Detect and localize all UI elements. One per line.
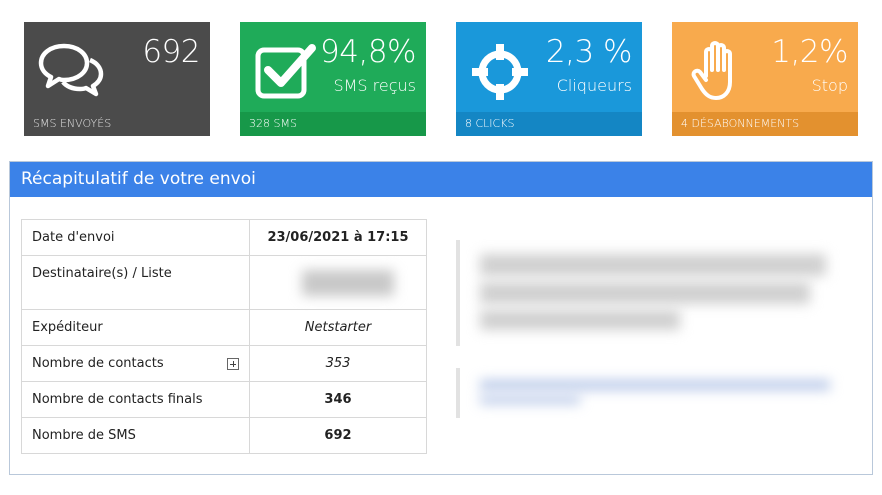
row-label: Destinataire(s) / Liste xyxy=(21,255,250,310)
redacted-block xyxy=(480,396,580,404)
row-value-redacted xyxy=(249,255,427,310)
redacted-block xyxy=(480,254,826,276)
stat-sublabel: Stop xyxy=(811,76,848,95)
row-label-with-expand: Nombre de contacts xyxy=(21,345,250,382)
row-value: 692 xyxy=(249,417,427,454)
stat-card-sent: 692 SMS ENVOYÉS xyxy=(24,22,210,136)
expand-plus-icon[interactable] xyxy=(227,358,239,370)
stat-footer: 8 CLICKS xyxy=(456,112,642,136)
stat-card-received: 94,8% SMS reçus 328 SMS xyxy=(240,22,426,136)
row-label: Nombre de contacts finals xyxy=(21,381,250,418)
redacted-block xyxy=(302,270,394,296)
row-label: Nombre de contacts xyxy=(32,356,164,371)
recap-table: Date d'envoi 23/06/2021 à 17:15 Destinat… xyxy=(21,219,427,454)
table-row: Expéditeur Netstarter xyxy=(21,309,427,346)
row-value: Netstarter xyxy=(249,309,427,346)
redacted-block xyxy=(480,380,830,390)
stat-value: 2,3 % xyxy=(545,34,633,70)
stat-value: 1,2% xyxy=(771,34,848,70)
hand-stop-icon xyxy=(691,41,732,100)
stat-card-stop: 1,2% Stop 4 DÉSABONNEMENTS xyxy=(672,22,858,136)
table-row: Nombre de SMS 692 xyxy=(21,417,427,454)
stat-value: 692 xyxy=(142,34,200,70)
checkbox-check-icon xyxy=(255,44,316,99)
row-label: Date d'envoi xyxy=(21,219,250,256)
row-label: Expéditeur xyxy=(21,309,250,346)
chat-bubbles-icon xyxy=(38,43,104,97)
message-preview-redacted xyxy=(456,240,846,350)
link-preview-redacted xyxy=(456,368,846,418)
redacted-block xyxy=(480,282,810,304)
table-row: Date d'envoi 23/06/2021 à 17:15 xyxy=(21,219,427,256)
row-value: 23/06/2021 à 17:15 xyxy=(249,219,427,256)
stat-value: 94,8% xyxy=(320,34,416,70)
redacted-block xyxy=(480,310,680,330)
stat-card-clickers: 2,3 % Cliqueurs 8 CLICKS xyxy=(456,22,642,136)
table-row: Nombre de contacts finals 346 xyxy=(21,381,427,418)
recap-panel: Récapitulatif de votre envoi Date d'envo… xyxy=(9,161,873,475)
row-value: 353 xyxy=(249,345,427,382)
stat-footer: 4 DÉSABONNEMENTS xyxy=(672,112,858,136)
table-row: Destinataire(s) / Liste xyxy=(21,255,427,310)
panel-title: Récapitulatif de votre envoi xyxy=(10,162,872,197)
stat-sublabel: Cliqueurs xyxy=(556,76,632,95)
table-row: Nombre de contacts 353 xyxy=(21,345,427,382)
row-value: 346 xyxy=(249,381,427,418)
stat-footer: 328 SMS xyxy=(240,112,426,136)
stat-footer: SMS ENVOYÉS xyxy=(24,112,210,136)
stat-sublabel: SMS reçus xyxy=(333,76,416,95)
row-label: Nombre de SMS xyxy=(21,417,250,454)
crosshair-icon xyxy=(472,44,528,100)
